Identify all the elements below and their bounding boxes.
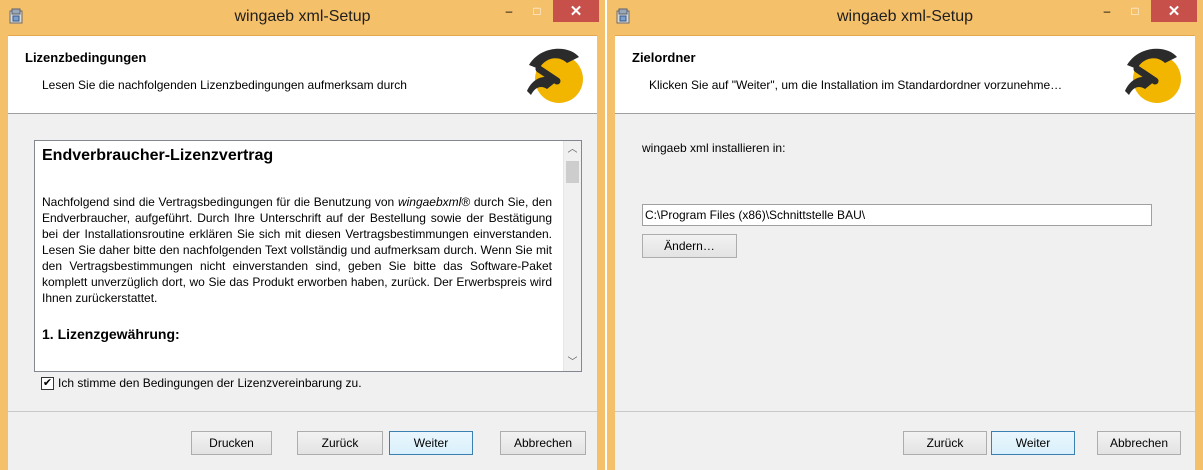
company-logo-icon	[527, 48, 583, 103]
title-bar[interactable]: wingaeb xml-Setup – □ ✕	[607, 0, 1203, 36]
install-location-label: wingaeb xml installieren in:	[642, 141, 786, 155]
license-setup-window: wingaeb xml-Setup – □ ✕ Lizenzbedingunge…	[0, 0, 605, 470]
window-border	[607, 35, 615, 470]
title-bar[interactable]: wingaeb xml-Setup – □ ✕	[0, 0, 605, 36]
install-path-field[interactable]: C:\Program Files (x86)\Schnittstelle BAU…	[642, 204, 1152, 226]
close-button[interactable]: ✕	[553, 0, 599, 22]
accept-license-row[interactable]: ✔ Ich stimme den Bedingungen der Lizenzv…	[41, 376, 362, 390]
page-title: Lizenzbedingungen	[25, 50, 147, 65]
window-border	[597, 35, 605, 470]
maximize-button[interactable]: □	[1121, 0, 1149, 22]
print-button[interactable]: Drucken	[191, 431, 272, 455]
license-para-prefix: Nachfolgend sind die Vertragsbedingungen…	[42, 195, 398, 209]
dialog-header: Lizenzbedingungen Lesen Sie die nachfolg…	[8, 36, 597, 114]
page-subtitle: Klicken Sie auf "Weiter", um die Install…	[649, 78, 1063, 92]
footer-divider	[8, 411, 597, 412]
window-border	[1195, 35, 1203, 470]
scroll-thumb[interactable]	[566, 161, 579, 183]
back-button[interactable]: Zurück	[903, 431, 987, 455]
license-text: Endverbraucher-Lizenzvertrag Nachfolgend…	[42, 141, 552, 342]
page-subtitle: Lesen Sie die nachfolgenden Lizenzbeding…	[42, 78, 407, 92]
scroll-down-arrow-icon[interactable]: ﹀	[564, 354, 581, 371]
license-text-box[interactable]: Endverbraucher-Lizenzvertrag Nachfolgend…	[34, 140, 582, 372]
destination-setup-window: wingaeb xml-Setup – □ ✕ Zielordner Klick…	[607, 0, 1203, 470]
license-paragraph: Nachfolgend sind die Vertragsbedingungen…	[42, 194, 552, 306]
page-title: Zielordner	[632, 50, 696, 65]
minimize-button[interactable]: –	[495, 0, 523, 22]
accept-license-label[interactable]: Ich stimme den Bedingungen der Lizenzver…	[58, 376, 362, 390]
dialog-header: Zielordner Klicken Sie auf "Weiter", um …	[615, 36, 1195, 114]
next-button[interactable]: Weiter	[389, 431, 473, 455]
product-name: wingaebxml®	[397, 195, 471, 209]
cancel-button[interactable]: Abbrechen	[1097, 431, 1181, 455]
license-heading: Endverbraucher-Lizenzvertrag	[42, 147, 274, 164]
license-content: Endverbraucher-Lizenzvertrag Nachfolgend…	[8, 114, 597, 412]
license-para-rest: durch Sie, den Endverbraucher, aufgeführ…	[42, 195, 553, 305]
scroll-up-arrow-icon[interactable]: ︿	[564, 141, 581, 158]
destination-content: wingaeb xml installieren in: C:\Program …	[615, 114, 1195, 412]
maximize-button[interactable]: □	[523, 0, 551, 22]
window-border	[0, 35, 8, 470]
back-button[interactable]: Zurück	[297, 431, 383, 455]
company-logo-icon	[1125, 48, 1181, 103]
license-scrollbar[interactable]: ︿ ﹀	[563, 141, 581, 371]
next-button[interactable]: Weiter	[991, 431, 1075, 455]
footer-divider	[615, 411, 1195, 412]
change-folder-button[interactable]: Ändern…	[642, 234, 737, 258]
accept-license-checkbox[interactable]: ✔	[41, 376, 54, 390]
cancel-button[interactable]: Abbrechen	[500, 431, 586, 455]
license-section-heading: 1. Lizenzgewährung:	[42, 326, 180, 342]
minimize-button[interactable]: –	[1093, 0, 1121, 22]
close-button[interactable]: ✕	[1151, 0, 1197, 22]
